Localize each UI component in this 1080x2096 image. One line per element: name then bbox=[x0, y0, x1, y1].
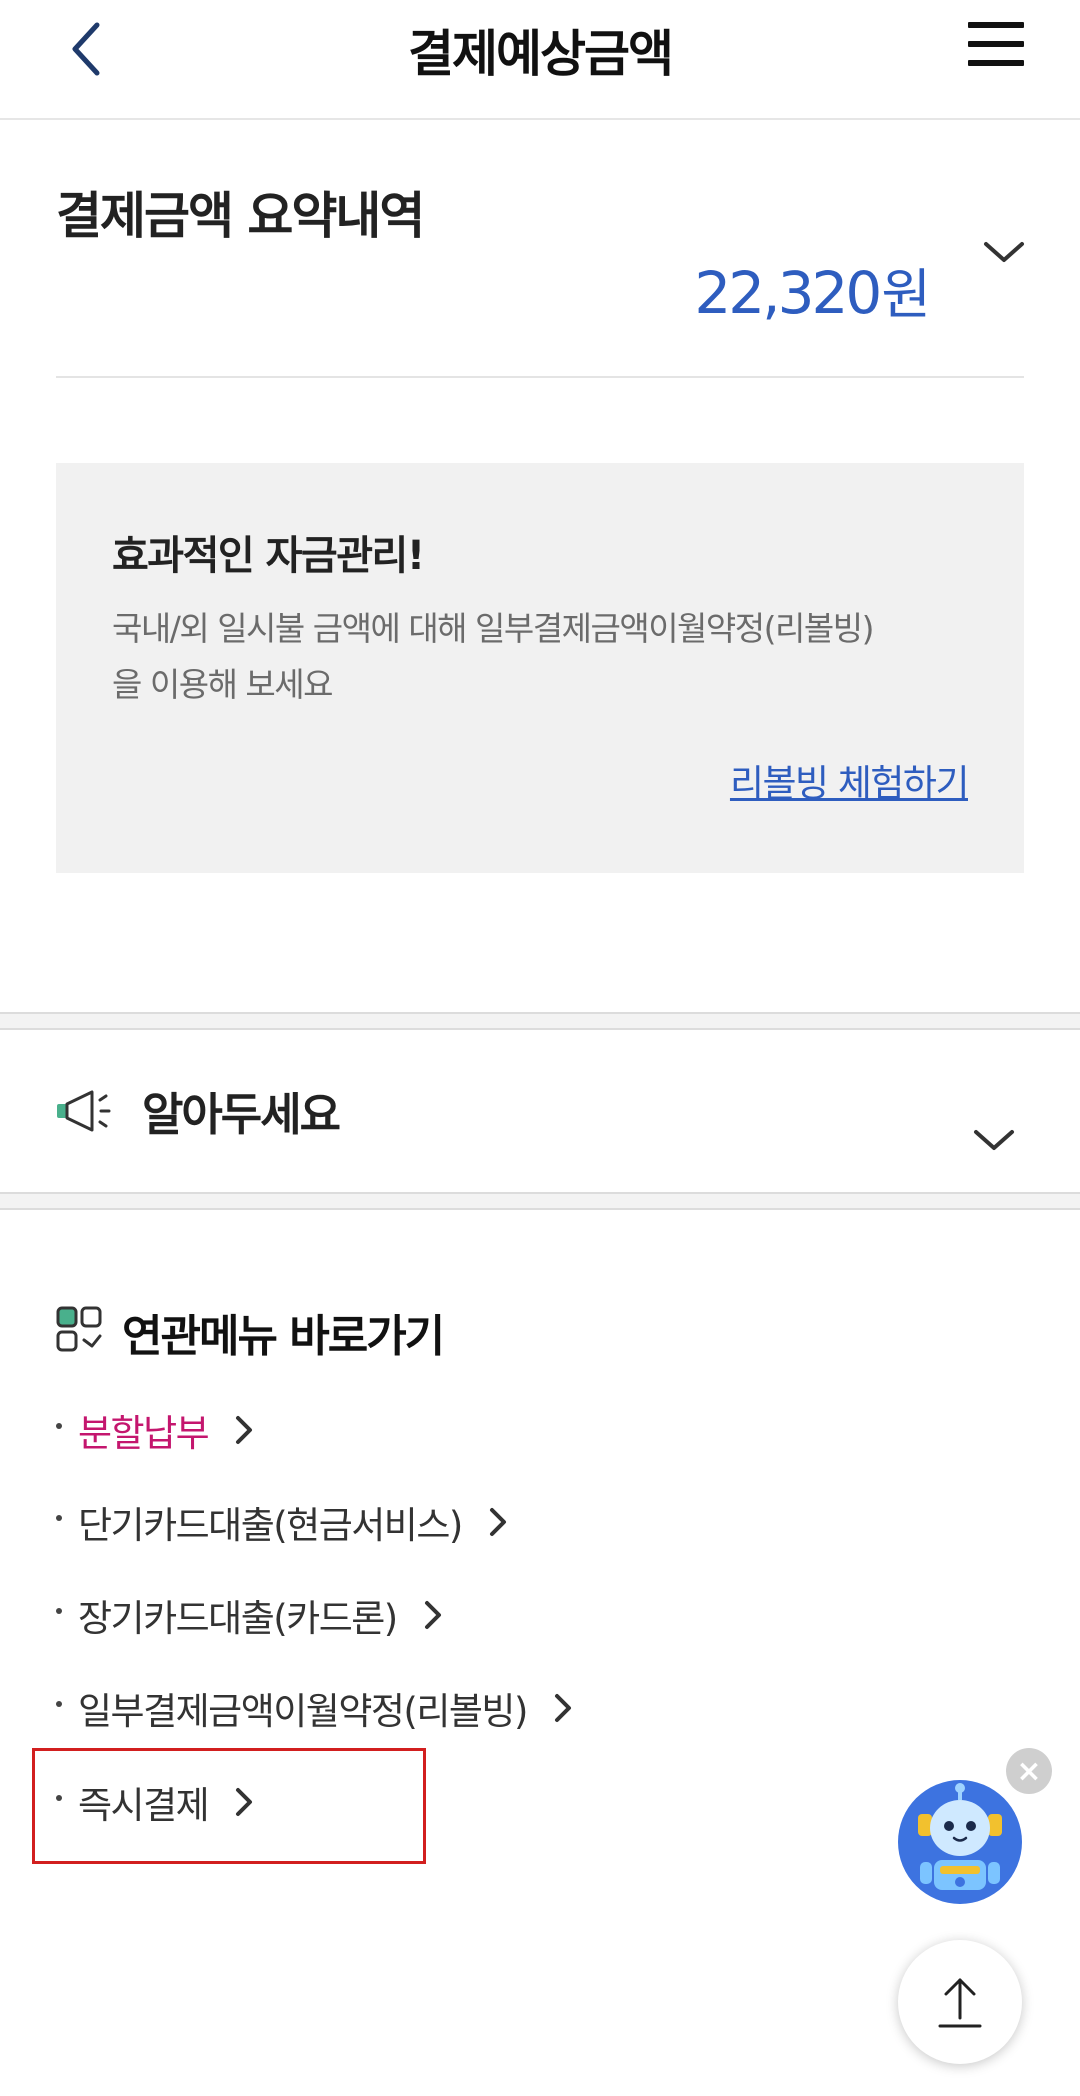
related-item-card-loan[interactable]: 장기카드대출(카드론) bbox=[56, 1585, 447, 1645]
section-divider bbox=[0, 1192, 1080, 1210]
grid-menu-icon bbox=[56, 1306, 102, 1352]
promo-desc-line-1: 국내/외 일시불 금액에 대해 일부결제금액이월약정(리볼빙) bbox=[112, 609, 874, 648]
chevron-right-icon bbox=[236, 1416, 253, 1444]
related-item-revolving[interactable]: 일부결제금액이월약정(리볼빙) bbox=[56, 1678, 577, 1738]
related-menu-title: 연관메뉴 바로가기 bbox=[122, 1311, 445, 1362]
promo-desc-line-2: 을 이용해 보세요 bbox=[112, 665, 334, 704]
arrow-up-icon bbox=[938, 1978, 982, 2028]
related-item-cash-service[interactable]: 단기카드대출(현금서비스) bbox=[56, 1492, 512, 1552]
bullet bbox=[56, 1701, 62, 1707]
chevron-right-icon bbox=[554, 1694, 571, 1722]
summary-title: 결제금액 요약내역 bbox=[56, 187, 425, 245]
chevron-right-icon bbox=[489, 1508, 506, 1536]
chevron-down-icon[interactable] bbox=[970, 1116, 1018, 1164]
chevron-right-icon bbox=[424, 1601, 441, 1629]
related-item-installment[interactable]: 분할납부 bbox=[56, 1400, 258, 1460]
notice-title: 알아두세요 bbox=[142, 1088, 341, 1141]
hamburger-menu-button[interactable] bbox=[966, 20, 1026, 70]
scroll-to-top-button[interactable] bbox=[898, 1940, 1022, 2064]
related-item-label: 분할납부 bbox=[78, 1412, 210, 1455]
highlight-box bbox=[32, 1748, 426, 1864]
payment-summary-section[interactable]: 결제금액 요약내역 22,320원 bbox=[56, 120, 1024, 378]
summary-amount: 22,320원 bbox=[694, 250, 931, 329]
bullet bbox=[56, 1608, 62, 1614]
related-item-label: 단기카드대출(현금서비스) bbox=[78, 1504, 463, 1547]
robot-chatbot-icon[interactable] bbox=[896, 1778, 1024, 1906]
related-item-label: 장기카드대출(카드론) bbox=[78, 1597, 398, 1640]
bullet bbox=[56, 1515, 62, 1521]
amount-unit: 원 bbox=[881, 263, 931, 326]
page-title: 결제예상금액 bbox=[408, 25, 674, 83]
section-divider bbox=[0, 1012, 1080, 1030]
related-item-label: 일부결제금액이월약정(리볼빙) bbox=[78, 1690, 528, 1733]
app-header: 결제예상금액 bbox=[0, 0, 1080, 120]
revolving-promo-box: 효과적인 자금관리! 국내/외 일시불 금액에 대해 일부결제금액이월약정(리볼… bbox=[56, 463, 1024, 873]
bullet bbox=[56, 1423, 62, 1429]
amount-value: 22,320 bbox=[694, 259, 882, 327]
revolving-trial-link[interactable]: 리볼빙 체험하기 bbox=[730, 753, 970, 807]
promo-description: 국내/외 일시불 금액에 대해 일부결제금액이월약정(리볼빙) 을 이용해 보세… bbox=[112, 601, 982, 713]
notice-section[interactable]: 알아두세요 bbox=[0, 1032, 1080, 1192]
megaphone-icon bbox=[57, 1090, 111, 1132]
promo-title: 효과적인 자금관리! bbox=[112, 533, 425, 579]
chevron-down-icon[interactable] bbox=[980, 228, 1028, 276]
